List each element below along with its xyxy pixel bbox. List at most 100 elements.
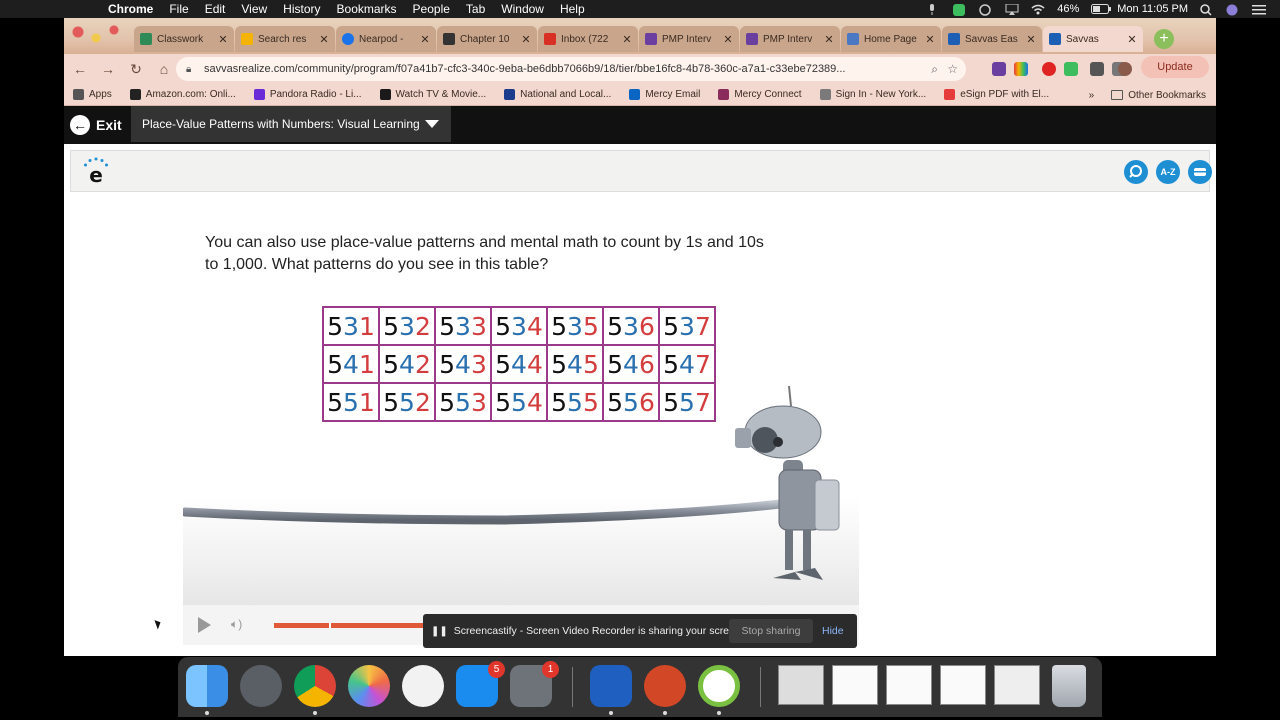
screencastify-icon[interactable] xyxy=(953,3,967,16)
bookmark-watch-tv[interactable]: Watch TV & Movie... xyxy=(371,89,496,100)
bookmark-amazon[interactable]: Amazon.com: Onli... xyxy=(121,89,245,100)
exit-button[interactable]: ← Exit xyxy=(70,114,122,136)
extension-icon[interactable] xyxy=(1064,62,1078,76)
menubar-clock[interactable]: Mon 11:05 PM xyxy=(1117,3,1188,15)
battery-icon[interactable] xyxy=(1091,3,1112,15)
menu-file[interactable]: File xyxy=(161,2,196,16)
airplay-icon[interactable] xyxy=(1005,3,1019,15)
tab-label: Classwork xyxy=(157,33,204,45)
close-icon[interactable]: ✕ xyxy=(418,33,432,46)
menu-app-name[interactable]: Chrome xyxy=(100,2,161,16)
url-text[interactable]: savvasrealize.com/community/program/f07a… xyxy=(204,63,845,75)
tab-pmp-interview-1[interactable]: PMP Interv ✕ xyxy=(639,26,739,52)
bookmark-mercy-email[interactable]: Mercy Email xyxy=(620,89,709,100)
search-tool-icon[interactable] xyxy=(1124,160,1148,184)
glossary-icon[interactable]: A-Z xyxy=(1156,160,1180,184)
volume-icon[interactable]: 🔈︎) xyxy=(231,617,242,632)
microphone-icon[interactable] xyxy=(927,3,941,15)
menu-window[interactable]: Window xyxy=(493,2,552,16)
close-icon[interactable]: ✕ xyxy=(519,33,533,46)
exit-label: Exit xyxy=(96,117,122,133)
spotlight-search-icon[interactable] xyxy=(1200,3,1214,16)
hide-button[interactable]: Hide xyxy=(822,614,844,648)
bookmark-apps[interactable]: Apps xyxy=(64,89,121,100)
tab-label: PMP Interv xyxy=(763,33,813,45)
photos-icon[interactable] xyxy=(348,665,390,707)
home-icon[interactable]: ⌂ xyxy=(152,61,176,77)
tab-pmp-interview-2[interactable]: PMP Interv ✕ xyxy=(740,26,840,52)
forward-icon[interactable]: → xyxy=(96,61,120,77)
address-bar[interactable]: 🔒︎ savvasrealize.com/community/program/f… xyxy=(176,57,966,81)
bookmark-esign-pdf[interactable]: eSign PDF with El... xyxy=(935,89,1058,100)
minimized-window-thumbnail[interactable] xyxy=(940,665,986,705)
close-icon[interactable]: ✕ xyxy=(923,33,937,46)
menu-edit[interactable]: Edit xyxy=(197,2,234,16)
extension-icon[interactable] xyxy=(1014,62,1028,76)
close-icon[interactable]: ✕ xyxy=(317,33,331,46)
tab-label: Savvas Eas xyxy=(965,33,1018,45)
robot-illustration xyxy=(183,385,840,580)
trash-icon[interactable] xyxy=(1052,665,1086,707)
lock-icon[interactable]: 🔒︎ xyxy=(186,64,196,75)
tab-chapter-10[interactable]: Chapter 10 ✕ xyxy=(437,26,537,52)
menu-tab[interactable]: Tab xyxy=(458,2,493,16)
tab-savvas-active[interactable]: Savvas ✕ xyxy=(1043,26,1143,52)
close-icon[interactable]: ✕ xyxy=(1024,33,1038,46)
tools-menu-icon[interactable] xyxy=(1188,160,1212,184)
siri-icon[interactable] xyxy=(1226,4,1240,15)
update-button[interactable]: Update xyxy=(1141,56,1209,78)
extensions-puzzle-icon[interactable] xyxy=(1090,62,1104,76)
word-icon[interactable] xyxy=(590,665,632,707)
music-icon[interactable] xyxy=(402,665,444,707)
video-player[interactable]: 531 532 533 534 535 536 537 541 542 543 544 545 546 5… xyxy=(183,290,859,606)
control-center-icon[interactable] xyxy=(1252,4,1266,15)
back-icon[interactable]: ← xyxy=(68,61,92,77)
close-icon[interactable]: ✕ xyxy=(620,33,634,46)
tab-search-results[interactable]: Search res ✕ xyxy=(235,26,335,52)
stop-sharing-button[interactable]: Stop sharing xyxy=(729,619,813,643)
minimized-window-thumbnail[interactable] xyxy=(832,665,878,705)
close-icon[interactable]: ✕ xyxy=(216,33,230,46)
bookmark-mercy-connect[interactable]: Mercy Connect xyxy=(709,89,810,100)
zoom-icon[interactable]: ⌕ xyxy=(931,62,938,77)
launchpad-icon[interactable] xyxy=(240,665,282,707)
tab-home-page[interactable]: Home Page ✕ xyxy=(841,26,941,52)
menu-bookmarks[interactable]: Bookmarks xyxy=(329,2,405,16)
new-tab-button[interactable]: + xyxy=(1154,29,1174,49)
bookmark-sign-in-new-york[interactable]: Sign In - New York... xyxy=(811,89,936,100)
play-icon[interactable] xyxy=(198,617,211,633)
powerpoint-icon[interactable] xyxy=(644,665,686,707)
bookmark-national-local[interactable]: National and Local... xyxy=(495,89,620,100)
extension-icon[interactable] xyxy=(992,62,1006,76)
minimized-window-thumbnail[interactable] xyxy=(994,665,1040,705)
finder-icon[interactable] xyxy=(186,665,228,707)
close-icon[interactable]: ✕ xyxy=(822,33,836,46)
tab-savvas-easybridge[interactable]: Savvas Eas ✕ xyxy=(942,26,1042,52)
bookmarks-overflow-button[interactable]: » xyxy=(1089,90,1095,101)
bookmark-star-icon[interactable]: ☆ xyxy=(947,62,958,76)
tab-inbox[interactable]: Inbox (722 ✕ xyxy=(538,26,638,52)
tab-nearpod[interactable]: Nearpod - ✕ xyxy=(336,26,436,52)
profile-avatar[interactable] xyxy=(1118,62,1132,76)
chrome-icon[interactable] xyxy=(294,665,336,707)
other-bookmarks[interactable]: Other Bookmarks xyxy=(1128,90,1206,101)
pause-icon[interactable]: ❚❚ xyxy=(431,626,448,637)
tab-classwork[interactable]: Classwork ✕ xyxy=(134,26,234,52)
tab-label: PMP Interv xyxy=(662,33,712,45)
bookmark-pandora[interactable]: Pandora Radio - Li... xyxy=(245,89,371,100)
minimized-window-thumbnail[interactable] xyxy=(778,665,824,705)
screencastify-dock-icon[interactable] xyxy=(698,665,740,707)
menu-help[interactable]: Help xyxy=(552,2,593,16)
close-icon[interactable]: ✕ xyxy=(1125,33,1139,46)
pandora-icon xyxy=(253,89,265,100)
menu-view[interactable]: View xyxy=(233,2,275,16)
menu-people[interactable]: People xyxy=(405,2,458,16)
menu-history[interactable]: History xyxy=(275,2,328,16)
status-circle-icon[interactable] xyxy=(979,3,993,16)
close-icon[interactable]: ✕ xyxy=(721,33,735,46)
wifi-icon[interactable] xyxy=(1031,4,1045,15)
reload-icon[interactable]: ↻ xyxy=(124,61,148,78)
minimized-window-thumbnail[interactable] xyxy=(886,665,932,705)
extension-icon[interactable] xyxy=(1042,62,1056,76)
lesson-dropdown[interactable]: Place-Value Patterns with Numbers: Visua… xyxy=(131,106,451,142)
